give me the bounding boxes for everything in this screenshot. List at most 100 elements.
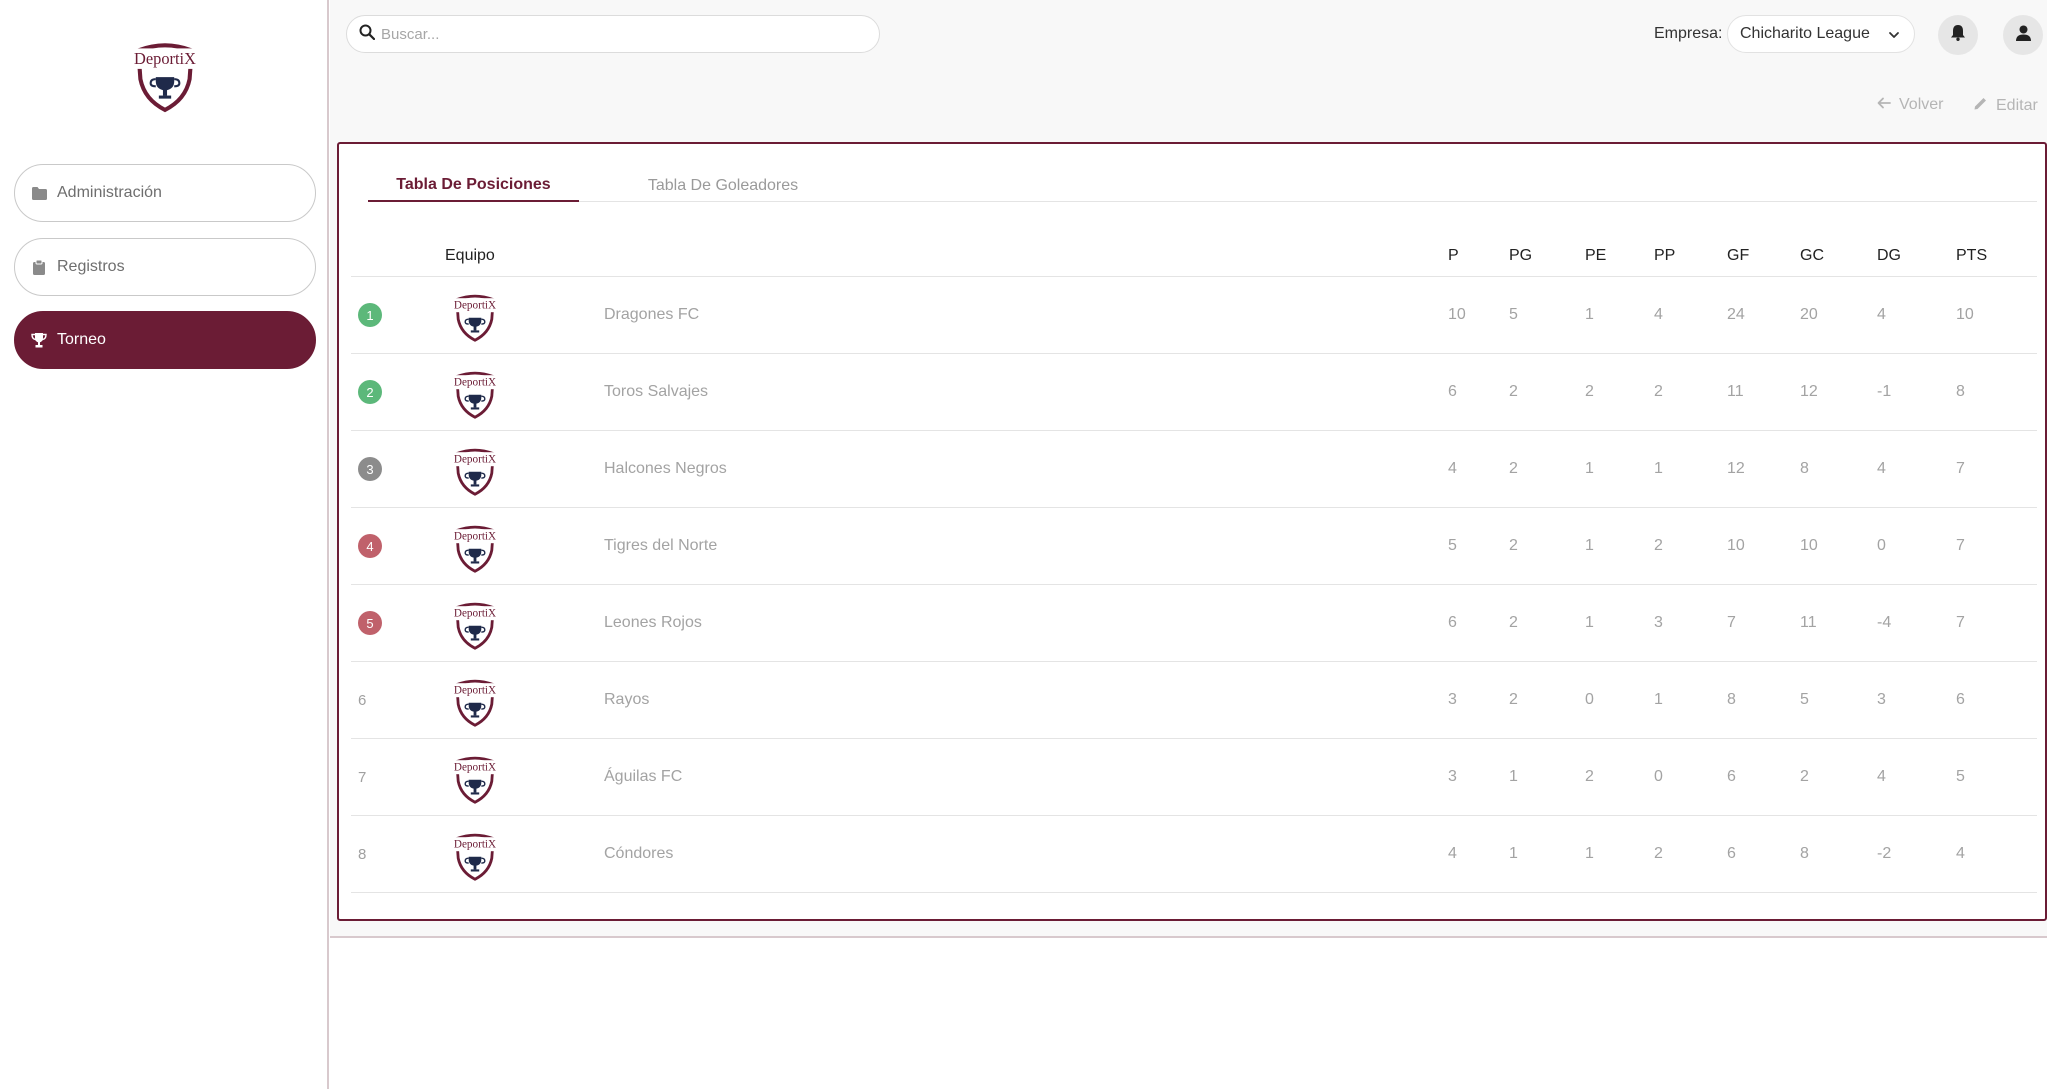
cell-pts: 8 xyxy=(1956,383,1965,400)
sidebar-item-label: Registros xyxy=(57,258,125,275)
cell-gc: 8 xyxy=(1800,460,1809,477)
sidebar-item-torneo[interactable]: Torneo xyxy=(14,311,316,369)
cell-gf: 11 xyxy=(1727,383,1744,400)
cell-pe: 1 xyxy=(1585,306,1594,323)
cell-pg: 2 xyxy=(1509,383,1518,400)
team-name: Dragones FC xyxy=(604,306,700,323)
sidebar: DeportiX Administración Registros Torneo xyxy=(0,0,329,1089)
cell-pe: 2 xyxy=(1585,768,1594,785)
column-header-pp: PP xyxy=(1654,247,1676,264)
cell-dg: 4 xyxy=(1877,768,1886,785)
edit-label: Editar xyxy=(1996,97,2038,114)
svg-text:DeportiX: DeportiX xyxy=(454,762,496,774)
cell-pe: 1 xyxy=(1585,537,1594,554)
folder-icon xyxy=(31,185,47,201)
column-header-pg: PG xyxy=(1509,247,1533,264)
cell-pts: 6 xyxy=(1956,691,1965,708)
tab-tabla-goleadores[interactable]: Tabla De Goleadores xyxy=(628,170,818,202)
cell-gc: 8 xyxy=(1800,845,1809,862)
sidebar-item-registros[interactable]: Registros xyxy=(14,238,316,296)
cell-pts: 7 xyxy=(1956,614,1965,631)
team-logo: DeportiX xyxy=(447,518,503,574)
table-row[interactable]: 5 DeportiX Leones Rojos 6 2 1 3 7 11 -4 7 xyxy=(351,585,2037,662)
cell-pp: 1 xyxy=(1654,691,1663,708)
position-badge: 7 xyxy=(358,768,367,786)
team-logo: DeportiX xyxy=(447,749,503,805)
table-row[interactable]: 1 DeportiX Dragones FC 10 5 1 4 24 20 4 10 xyxy=(351,277,2037,354)
column-header-equipo: Equipo xyxy=(445,247,495,264)
team-name: Tigres del Norte xyxy=(604,537,718,554)
notifications-button[interactable] xyxy=(1938,15,1978,55)
cell-gf: 24 xyxy=(1727,306,1745,323)
table-row[interactable]: 4 DeportiX Tigres del Norte 5 2 1 2 10 10 0 7 xyxy=(351,508,2037,585)
cell-p: 6 xyxy=(1448,383,1457,400)
team-logo: DeportiX xyxy=(447,287,503,343)
cell-gc: 20 xyxy=(1800,306,1818,323)
team-name: Toros Salvajes xyxy=(604,383,709,400)
tab-tabla-posiciones[interactable]: Tabla De Posiciones xyxy=(368,170,579,202)
user-icon xyxy=(2015,25,2031,46)
cell-p: 5 xyxy=(1448,537,1457,554)
team-logo: DeportiX xyxy=(447,364,503,420)
svg-text:DeportiX: DeportiX xyxy=(454,531,496,543)
cell-gc: 2 xyxy=(1800,768,1809,785)
chevron-down-icon xyxy=(1888,28,1900,46)
back-label: Volver xyxy=(1899,96,1944,113)
user-button[interactable] xyxy=(2003,15,2043,55)
team-name: Rayos xyxy=(604,691,650,708)
search-input[interactable] xyxy=(381,25,861,43)
cell-gf: 12 xyxy=(1727,460,1745,477)
svg-text:DeportiX: DeportiX xyxy=(454,608,496,620)
column-header-pe: PE xyxy=(1585,247,1607,264)
search-icon xyxy=(359,24,376,45)
table-row[interactable]: 6 DeportiX Rayos 3 2 0 1 8 5 3 6 xyxy=(351,662,2037,739)
cell-pg: 2 xyxy=(1509,537,1518,554)
cell-gc: 11 xyxy=(1800,614,1817,631)
column-header-pts: PTS xyxy=(1956,247,1988,264)
svg-text:DeportiX: DeportiX xyxy=(454,685,496,697)
cell-pe: 2 xyxy=(1585,383,1594,400)
table-row[interactable]: 7 DeportiX Águilas FC 3 1 2 0 6 2 4 5 xyxy=(351,739,2037,816)
cell-pg: 2 xyxy=(1509,460,1518,477)
cell-dg: 4 xyxy=(1877,460,1886,477)
empresa-select[interactable]: Chicharito League xyxy=(1727,15,1915,53)
team-name: Cóndores xyxy=(604,845,674,862)
team-name: Halcones Negros xyxy=(604,460,727,477)
cell-pe: 1 xyxy=(1585,460,1594,477)
cell-dg: 3 xyxy=(1877,691,1886,708)
brand-logo[interactable]: DeportiX xyxy=(124,32,206,114)
team-logo: DeportiX xyxy=(447,595,503,651)
svg-text:DeportiX: DeportiX xyxy=(454,454,496,466)
position-badge: 3 xyxy=(358,457,382,481)
cell-gf: 8 xyxy=(1727,691,1736,708)
edit-button[interactable]: Editar xyxy=(1973,96,2038,116)
cell-pts: 7 xyxy=(1956,460,1965,477)
cell-pts: 4 xyxy=(1956,845,1965,862)
position-badge: 5 xyxy=(358,611,382,635)
cell-pg: 1 xyxy=(1509,845,1518,862)
cell-gf: 6 xyxy=(1727,845,1736,862)
position-badge: 4 xyxy=(358,534,382,558)
cell-gf: 6 xyxy=(1727,768,1736,785)
table-row[interactable]: 8 DeportiX Cóndores 4 1 1 2 6 8 -2 4 xyxy=(351,816,2037,893)
cell-pe: 1 xyxy=(1585,845,1594,862)
table-row[interactable]: 2 DeportiX Toros Salvajes 6 2 2 2 11 12 -1 8 xyxy=(351,354,2037,431)
sidebar-item-administracion[interactable]: Administración xyxy=(14,164,316,222)
cell-pp: 3 xyxy=(1654,614,1663,631)
cell-gc: 12 xyxy=(1800,383,1818,400)
column-header-gc: GC xyxy=(1800,247,1824,264)
cell-pp: 0 xyxy=(1654,768,1663,785)
svg-text:DeportiX: DeportiX xyxy=(454,377,496,389)
standings-card: Tabla De Posiciones Tabla De Goleadores … xyxy=(337,142,2047,921)
trophy-icon xyxy=(31,332,47,348)
cell-gc: 10 xyxy=(1800,537,1818,554)
cell-dg: -1 xyxy=(1877,383,1892,400)
cell-dg: 4 xyxy=(1877,306,1886,323)
svg-text:DeportiX: DeportiX xyxy=(134,49,196,68)
back-button[interactable]: Volver xyxy=(1877,96,1943,114)
empresa-value: Chicharito League xyxy=(1740,25,1870,42)
search-bar[interactable] xyxy=(346,15,880,53)
table-row[interactable]: 3 DeportiX Halcones Negros 4 2 1 1 12 8 4 7 xyxy=(351,431,2037,508)
column-header-p: P xyxy=(1448,247,1459,264)
arrow-left-icon xyxy=(1877,96,1891,114)
